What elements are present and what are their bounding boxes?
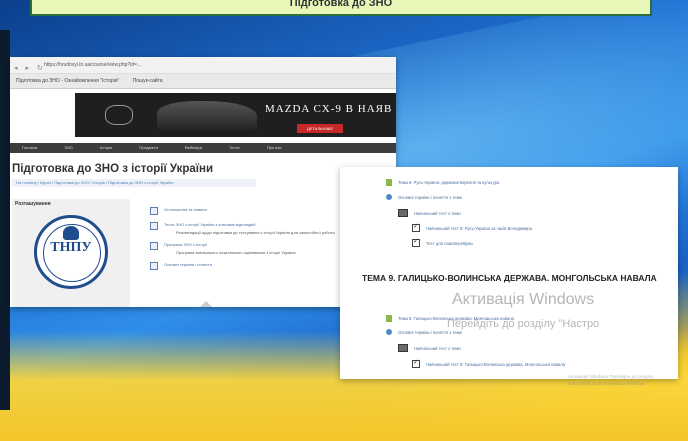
topic-title: ТЕМА 9. ГАЛИЦЬКО-ВОЛИНСЬКА ДЕРЖАВА. МОНГ… bbox=[362, 273, 657, 283]
person-icon bbox=[63, 226, 79, 240]
menu-item[interactable]: Про нас bbox=[267, 145, 282, 150]
menu-item[interactable]: Предмети bbox=[139, 145, 157, 150]
block-title: Розташування bbox=[15, 201, 51, 207]
menu-item[interactable]: Історія bbox=[100, 145, 112, 150]
item-label[interactable]: Основні терміни і поняття з теми bbox=[398, 195, 462, 200]
tab-active[interactable]: Підготовка до ЗНО - Ознайомлення "Історі… bbox=[16, 78, 119, 84]
ad-headline: MAZDA CX-9 В НАЯВ bbox=[265, 103, 393, 115]
folder-icon bbox=[398, 344, 408, 352]
item-label[interactable]: Навчальний тест 9: Галицько-Волинська де… bbox=[426, 362, 565, 367]
breadcrumb[interactable]: На головну / Курси / Підготовка до ЗНО /… bbox=[12, 179, 256, 187]
item-label[interactable]: Тема 8. Русь-Україна: державотворення та… bbox=[398, 180, 499, 185]
item-label[interactable]: Програма ЗНО з історії bbox=[164, 242, 207, 247]
list-item[interactable]: Навчальний тест з теми bbox=[398, 344, 461, 352]
list-item[interactable]: Тема 8. Русь-Україна: державотворення та… bbox=[386, 179, 499, 186]
logo-block: Розташування ТНПУ bbox=[12, 199, 130, 307]
logo-text: ТНПУ bbox=[50, 240, 92, 255]
file-icon bbox=[150, 262, 158, 270]
quiz-check-icon bbox=[412, 237, 420, 247]
item-label[interactable]: Навчальний тест з теми bbox=[414, 211, 461, 216]
desktop-left-edge bbox=[0, 30, 10, 410]
university-logo: ТНПУ bbox=[34, 215, 108, 289]
folder-icon bbox=[398, 209, 408, 217]
activation-watermark-subtitle: Перейдіть до розділу "Настро bbox=[447, 318, 600, 330]
item-label[interactable]: Основні терміни і поняття bbox=[164, 262, 212, 267]
quiz-check-icon bbox=[412, 358, 420, 368]
activation-watermark-title: Активація Windows bbox=[452, 291, 595, 308]
link-icon bbox=[386, 329, 392, 335]
menu-item[interactable]: Вебінари bbox=[185, 145, 202, 150]
forum-icon bbox=[150, 207, 158, 215]
item-description: Рекомендації щодо підготовки до тестуван… bbox=[176, 230, 335, 235]
menu-item[interactable]: Головна bbox=[22, 145, 37, 150]
list-item[interactable]: Навчальний тест 9: Галицько-Волинська де… bbox=[412, 358, 565, 368]
list-item[interactable]: Навчальний тест з теми bbox=[398, 209, 461, 217]
list-item[interactable]: Тест для самоперевірки bbox=[412, 237, 473, 247]
item-label[interactable]: Навчальний тест з теми bbox=[414, 346, 461, 351]
tab-bar[interactable]: Підготовка до ЗНО - Ознайомлення "Історі… bbox=[10, 74, 396, 89]
ad-button[interactable]: ДЕТАЛЬНІШЕ bbox=[297, 124, 343, 133]
address-bar[interactable]: ◂ ▸ ↻ https://hrudovyi.in.ua/course/view… bbox=[10, 57, 396, 74]
scroll-caret-icon[interactable] bbox=[200, 301, 212, 307]
file-icon bbox=[150, 242, 158, 250]
browser-window[interactable]: ◂ ▸ ↻ https://hrudovyi.in.ua/course/view… bbox=[10, 57, 396, 307]
mazda-logo-icon bbox=[105, 105, 133, 125]
nav-buttons-icon[interactable]: ◂ ▸ ↻ bbox=[14, 61, 46, 77]
item-label[interactable]: Тест для самоперевірки bbox=[426, 241, 473, 246]
site-menu[interactable]: Головна ЗНО Історія Предмети Вебінари Те… bbox=[10, 143, 396, 153]
ad-banner[interactable]: MAZDA CX-9 В НАЯВ ДЕТАЛЬНІШЕ bbox=[75, 93, 396, 137]
list-item[interactable]: Навчальний тест 8: Русь-Україна за часів… bbox=[412, 222, 532, 232]
file-icon bbox=[150, 222, 158, 230]
item-label[interactable]: Основні терміни і поняття з теми bbox=[398, 330, 462, 335]
item-label[interactable]: Оголошення та новини bbox=[164, 207, 207, 212]
menu-item[interactable]: ЗНО bbox=[64, 145, 72, 150]
presentation-banner: Підготовка до ЗНО bbox=[30, 0, 652, 16]
activation-watermark-small: Активація Windows Перейдіть до розділу Н… bbox=[568, 374, 654, 386]
item-label[interactable]: Тести ЗНО з історії України з ключами ві… bbox=[164, 222, 256, 227]
link-icon bbox=[386, 194, 392, 200]
url-text: https://hrudovyi.in.ua/course/view.php?i… bbox=[44, 62, 142, 68]
item-label[interactable]: Навчальний тест 8: Русь-Україна за часів… bbox=[426, 226, 532, 231]
tab-second[interactable]: Пошук-сайта bbox=[133, 78, 163, 84]
quiz-check-icon bbox=[412, 222, 420, 232]
menu-item[interactable]: Тести bbox=[229, 145, 240, 150]
list-item[interactable]: Основні терміни і поняття з теми bbox=[386, 194, 462, 200]
page-title: Підготовка до ЗНО з історії України bbox=[12, 163, 214, 175]
item-description: Програма зовнішнього незалежного оцінюва… bbox=[176, 250, 296, 255]
car-image bbox=[157, 101, 257, 131]
course-window[interactable]: Тема 8. Русь-Україна: державотворення та… bbox=[340, 167, 678, 379]
book-icon bbox=[386, 315, 392, 322]
book-icon bbox=[386, 179, 392, 186]
